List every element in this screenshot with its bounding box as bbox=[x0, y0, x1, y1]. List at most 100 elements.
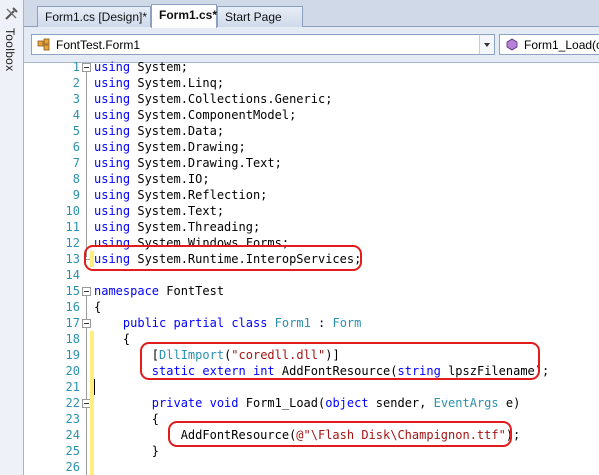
line-number: 8 bbox=[72, 172, 80, 186]
keyword: namespace bbox=[94, 284, 160, 298]
keyword: class bbox=[231, 316, 268, 330]
chevron-down-icon[interactable] bbox=[479, 35, 494, 54]
line-number: 5 bbox=[72, 124, 80, 138]
keyword: using bbox=[94, 172, 131, 186]
line-number: 12 bbox=[65, 236, 80, 250]
code-line-8: using System.IO; bbox=[94, 171, 210, 187]
highlight-dllimport bbox=[140, 342, 540, 380]
toolbox-label: Toolbox bbox=[3, 28, 17, 72]
code-text: { bbox=[122, 332, 131, 346]
collapse-toggle-icon[interactable] bbox=[82, 63, 91, 72]
class-dropdown-value: FontTest.Form1 bbox=[56, 38, 141, 52]
class-dropdown[interactable]: FontTest.Form1 bbox=[31, 34, 495, 55]
code-line-5: using System.Data; bbox=[94, 123, 224, 139]
toolbox-panel[interactable]: Toolbox bbox=[0, 0, 24, 475]
collapse-toggle-icon[interactable] bbox=[82, 319, 91, 328]
line-number: 22 bbox=[65, 396, 80, 410]
tab-form1-design[interactable]: Form1.cs [Design]* bbox=[37, 6, 151, 27]
code-line-11: using System.Threading; bbox=[94, 219, 260, 235]
document-tab-strip: Form1.cs [Design]* Form1.cs* Start Page bbox=[24, 0, 599, 28]
class-icon bbox=[37, 38, 50, 51]
code-text: System.Linq; bbox=[130, 76, 225, 90]
code-line-15: namespace FontTest bbox=[94, 283, 224, 299]
code-text: System.Text; bbox=[130, 204, 225, 218]
code-line-1: using System; bbox=[94, 59, 188, 75]
text-caret bbox=[94, 379, 95, 395]
keyword: using bbox=[94, 60, 131, 74]
code-line-17: public partial class Form1 : Form bbox=[94, 315, 361, 331]
code-text: e) bbox=[498, 396, 521, 410]
code-text: System.Collections.Generic; bbox=[130, 92, 333, 106]
member-dropdown[interactable]: Form1_Load(ob bbox=[499, 34, 599, 55]
line-number: 3 bbox=[72, 92, 80, 106]
line-number: 17 bbox=[65, 316, 80, 330]
keyword: using bbox=[94, 220, 131, 234]
line-number: 20 bbox=[65, 364, 80, 378]
code-line-10: using System.Text; bbox=[94, 203, 224, 219]
outline-guide bbox=[86, 68, 87, 257]
line-number: 9 bbox=[72, 188, 80, 202]
type-name: EventArgs bbox=[433, 396, 499, 410]
code-text: } bbox=[151, 444, 160, 458]
code-text: System.IO; bbox=[130, 172, 210, 186]
type-name: Form1 bbox=[274, 316, 311, 330]
keyword: using bbox=[94, 92, 131, 106]
code-line-23: { bbox=[94, 411, 159, 427]
line-number: 18 bbox=[65, 332, 80, 346]
code-editor[interactable]: 1 2 3 4 5 6 7 8 9 10 11 12 13 14 15 16 1… bbox=[24, 60, 599, 475]
keyword: using bbox=[94, 140, 131, 154]
line-number: 25 bbox=[65, 444, 80, 458]
tab-form1-code[interactable]: Form1.cs* bbox=[151, 4, 217, 28]
navigation-bar: FontTest.Form1 Form1_Load(ob bbox=[24, 27, 599, 63]
code-line-4: using System.ComponentModel; bbox=[94, 107, 296, 123]
highlight-using-interop bbox=[84, 245, 362, 271]
code-text: FontTest bbox=[159, 284, 225, 298]
highlight-addfontresource-call bbox=[168, 421, 512, 447]
line-number: 16 bbox=[65, 300, 80, 314]
code-line-25: } bbox=[94, 443, 159, 459]
keyword: private bbox=[151, 396, 203, 410]
keyword: using bbox=[94, 76, 131, 90]
code-line-9: using System.Reflection; bbox=[94, 187, 267, 203]
code-text: System.Drawing.Text; bbox=[130, 156, 282, 170]
code-text: System.ComponentModel; bbox=[130, 108, 297, 122]
tab-start-page[interactable]: Start Page bbox=[217, 6, 303, 27]
keyword: using bbox=[94, 156, 131, 170]
line-number: 7 bbox=[72, 156, 80, 170]
line-number: 1 bbox=[72, 60, 80, 74]
code-text: : bbox=[310, 316, 333, 330]
keyword: partial bbox=[173, 316, 225, 330]
type-name: Form bbox=[332, 316, 362, 330]
code-text: { bbox=[151, 412, 160, 426]
code-text: System.Threading; bbox=[130, 220, 261, 234]
keyword: public bbox=[122, 316, 167, 330]
code-text: System.Reflection; bbox=[130, 188, 268, 202]
keyword: object bbox=[325, 396, 369, 410]
line-number-margin: 1 2 3 4 5 6 7 8 9 10 11 12 13 14 15 16 1… bbox=[24, 60, 80, 475]
code-line-3: using System.Collections.Generic; bbox=[94, 91, 332, 107]
keyword: using bbox=[94, 188, 131, 202]
line-number: 26 bbox=[65, 460, 80, 474]
code-line-18: { bbox=[94, 331, 130, 347]
wrench-screwdriver-icon bbox=[5, 7, 18, 20]
line-number: 10 bbox=[65, 204, 80, 218]
line-number: 6 bbox=[72, 140, 80, 154]
code-text: { bbox=[94, 300, 102, 314]
line-number: 24 bbox=[65, 428, 80, 442]
code-line-6: using System.Drawing; bbox=[94, 139, 246, 155]
code-line-22: private void Form1_Load(object sender, E… bbox=[94, 395, 521, 411]
code-text: sender, bbox=[368, 396, 434, 410]
line-number: 19 bbox=[65, 348, 80, 362]
line-number: 13 bbox=[65, 252, 80, 266]
line-number: 14 bbox=[65, 268, 80, 282]
code-line-16: { bbox=[94, 299, 101, 315]
collapse-toggle-icon[interactable] bbox=[82, 287, 91, 296]
keyword: using bbox=[94, 108, 131, 122]
line-number: 4 bbox=[72, 108, 80, 122]
code-text: System; bbox=[130, 60, 188, 74]
line-number: 21 bbox=[65, 380, 80, 394]
code-text: Form1_Load( bbox=[238, 396, 326, 410]
code-line-7: using System.Drawing.Text; bbox=[94, 155, 282, 171]
code-text: System.Drawing; bbox=[130, 140, 246, 154]
line-number: 23 bbox=[65, 412, 80, 426]
